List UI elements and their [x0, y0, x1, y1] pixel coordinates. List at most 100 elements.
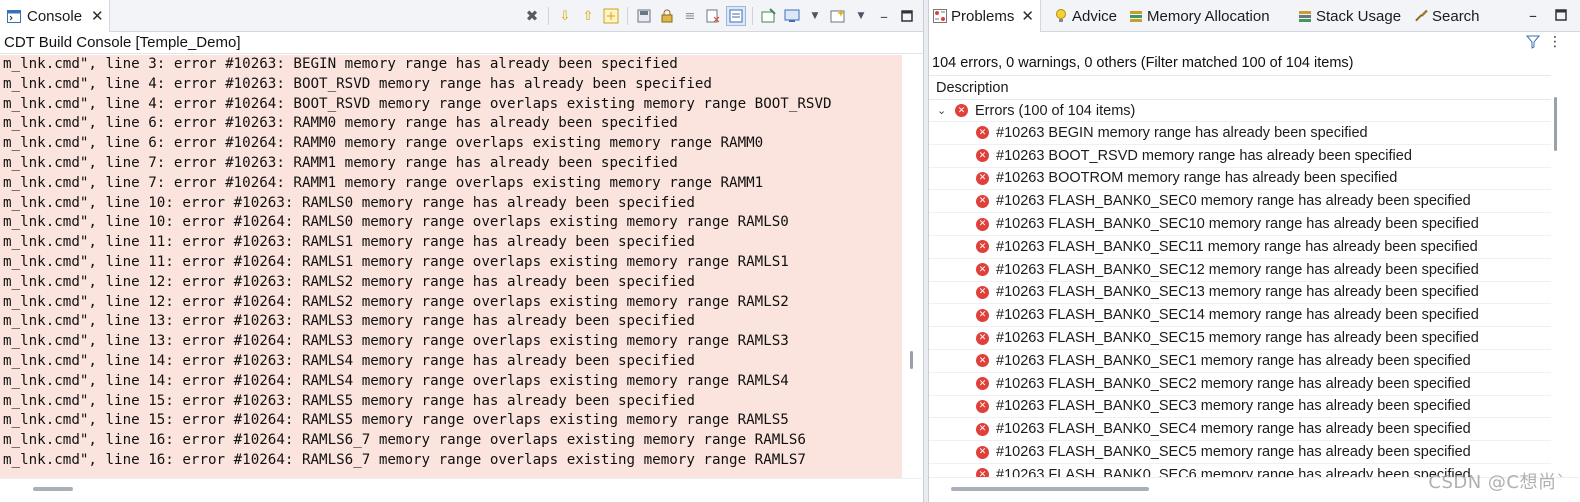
toolbar-separator: [752, 7, 753, 25]
problem-list: ✕ #10263 BEGIN memory range has already b…: [929, 122, 1551, 477]
problem-row[interactable]: ✕ #10263 FLASH_BANK0_SEC5 memory range ha…: [929, 441, 1551, 464]
problem-row[interactable]: ✕ #10263 BOOTROM memory range has already…: [929, 168, 1551, 191]
problem-row[interactable]: ✕ #10263 FLASH_BANK0_SEC15 memory range h…: [929, 327, 1551, 350]
console-tabbar: Console ✕ ✖ ⇩ ⇧ ≡ ▼ ▼ –: [0, 0, 923, 32]
console-line: m_lnk.cmd", line 4: error #10263: BOOT_R…: [3, 75, 712, 92]
tab-search[interactable]: Search: [1414, 0, 1480, 32]
minimize-icon[interactable]: –: [1525, 6, 1541, 25]
arrow-down-icon[interactable]: ⇩: [555, 6, 575, 26]
error-icon: ✕: [976, 240, 989, 254]
lightbulb-icon: [1054, 8, 1068, 23]
scrollbar-thumb[interactable]: [951, 487, 1149, 491]
problem-description: #10263 FLASH_BANK0_SEC6 memory range has…: [996, 466, 1471, 477]
view-menu-icon[interactable]: ⋮: [1547, 34, 1563, 50]
error-icon: ✕: [976, 263, 989, 277]
problem-description: #10263 FLASH_BANK0_SEC3 memory range has…: [996, 398, 1471, 415]
tab-problems[interactable]: Problems ✕: [929, 0, 1041, 32]
console-line: m_lnk.cmd", line 10: error #10263: RAMLS…: [3, 194, 695, 211]
chevron-down-icon[interactable]: ⌄: [937, 104, 951, 117]
problem-row[interactable]: ✕ #10263 FLASH_BANK0_SEC2 memory range ha…: [929, 373, 1551, 396]
error-icon: ✕: [976, 308, 989, 322]
problem-description: #10263 FLASH_BANK0_SEC5 memory range has…: [996, 444, 1471, 461]
problem-row[interactable]: ✕ #10263 FLASH_BANK0_SEC12 memory range h…: [929, 259, 1551, 282]
console-line: m_lnk.cmd", line 4: error #10264: BOOT_R…: [3, 95, 832, 112]
problem-description: #10263 FLASH_BANK0_SEC12 memory range ha…: [996, 261, 1479, 278]
problem-description: #10263 BEGIN memory range has already be…: [996, 124, 1368, 141]
problem-row[interactable]: ✕ #10263 FLASH_BANK0_SEC14 memory range h…: [929, 304, 1551, 328]
console-horizontal-scrollbar[interactable]: [0, 478, 922, 502]
filter-icon[interactable]: [1525, 34, 1541, 50]
problem-description: #10263 FLASH_BANK0_SEC10 memory range ha…: [996, 216, 1479, 233]
problem-row[interactable]: ✕ #10263 FLASH_BANK0_SEC11 memory range h…: [929, 236, 1551, 259]
new-console-icon[interactable]: [828, 6, 848, 26]
console-vertical-scrollbar[interactable]: [902, 55, 922, 478]
error-icon: ✕: [976, 171, 989, 185]
lock-icon[interactable]: [657, 6, 677, 26]
console-line: m_lnk.cmd", line 12: error #10264: RAMLS…: [3, 293, 789, 310]
console-line: m_lnk.cmd", line 15: error #10263: RAMLS…: [3, 392, 695, 409]
tab-console[interactable]: Console ✕: [0, 0, 110, 32]
problems-vertical-scrollbar[interactable]: [1551, 75, 1579, 477]
toolbar-separator: [627, 7, 628, 25]
console-line: m_lnk.cmd", line 6: error #10263: RAMM0 …: [3, 115, 678, 132]
display-console-icon[interactable]: [782, 6, 802, 26]
problem-row[interactable]: ✕ #10263 BEGIN memory range has already b…: [929, 122, 1551, 145]
problem-row[interactable]: ✕ #10263 FLASH_BANK0_SEC4 memory range ha…: [929, 418, 1551, 442]
scrollbar-thumb[interactable]: [910, 351, 913, 369]
clear-console-icon[interactable]: [703, 6, 723, 26]
problem-row[interactable]: ✕ #10263 FLASH_BANK0_SEC0 memory range ha…: [929, 190, 1551, 214]
problem-row[interactable]: ✕ #10263 FLASH_BANK0_SEC10 memory range h…: [929, 213, 1551, 236]
error-icon: ✕: [976, 285, 989, 299]
error-icon: ✕: [976, 217, 989, 231]
scroll-lock-icon[interactable]: [726, 6, 746, 26]
save-icon[interactable]: [634, 6, 654, 26]
word-wrap-icon[interactable]: ≡: [680, 6, 700, 26]
console-line: m_lnk.cmd", line 11: error #10264: RAMLS…: [3, 253, 789, 270]
console-line: m_lnk.cmd", line 7: error #10263: RAMM1 …: [3, 154, 678, 171]
ide-window: Console ✕ ✖ ⇩ ⇧ ≡ ▼ ▼ – CDT Build Consol…: [0, 0, 1580, 502]
scrollbar-thumb[interactable]: [33, 487, 73, 491]
console-line: m_lnk.cmd", line 16: error #10264: RAMLS…: [3, 451, 806, 468]
error-icon: ✕: [955, 104, 968, 117]
console-line: m_lnk.cmd", line 15: error #10264: RAMLS…: [3, 412, 789, 429]
console-line: m_lnk.cmd", line 10: error #10264: RAMLS…: [3, 214, 789, 231]
chevron-down-icon[interactable]: ▼: [805, 6, 825, 26]
maximize-icon[interactable]: [1553, 7, 1569, 23]
problem-row[interactable]: ✕ #10263 FLASH_BANK0_SEC1 memory range ha…: [929, 350, 1551, 373]
console-tab-label: Console: [27, 7, 83, 25]
search-icon: [1414, 9, 1428, 23]
chevron-down-icon[interactable]: ▼: [851, 6, 871, 26]
errors-group-label: Errors (100 of 104 items): [975, 102, 1136, 119]
column-header-description[interactable]: Description: [929, 76, 1551, 100]
tab-stack-usage-label: Stack Usage: [1316, 7, 1402, 25]
problems-toolbar: ⋮: [929, 32, 1580, 54]
link-icon[interactable]: [601, 6, 621, 26]
error-icon: ✕: [976, 126, 989, 140]
problem-description: #10263 FLASH_BANK0_SEC0 memory range has…: [996, 193, 1471, 210]
tab-memory-allocation[interactable]: Memory Allocation: [1129, 0, 1270, 32]
close-icon[interactable]: ✕: [1021, 7, 1034, 25]
error-icon: ✕: [976, 377, 989, 391]
console-line: m_lnk.cmd", line 13: error #10263: RAMLS…: [3, 313, 695, 330]
console-line: m_lnk.cmd", line 6: error #10264: RAMM0 …: [3, 135, 764, 152]
terminate-icon[interactable]: ✖: [522, 6, 542, 26]
console-title: CDT Build Console [Temple_Demo]: [0, 32, 923, 54]
problem-row[interactable]: ✕ #10263 BOOT_RSVD memory range has alrea…: [929, 145, 1551, 168]
close-icon[interactable]: ✕: [91, 7, 104, 25]
problem-row[interactable]: ✕ #10263 FLASH_BANK0_SEC3 memory range ha…: [929, 396, 1551, 419]
error-icon: ✕: [976, 422, 989, 436]
tab-stack-usage[interactable]: Stack Usage: [1298, 0, 1401, 32]
console-output[interactable]: m_lnk.cmd", line 3: error #10263: BEGIN …: [0, 55, 902, 478]
scrollbar-thumb[interactable]: [1554, 97, 1557, 151]
console-icon: [7, 9, 21, 23]
console-line: m_lnk.cmd", line 7: error #10264: RAMM1 …: [3, 174, 764, 191]
tab-problems-label: Problems: [951, 7, 1015, 25]
maximize-icon[interactable]: [897, 6, 917, 26]
minimize-icon[interactable]: –: [874, 6, 894, 26]
error-icon: ✕: [976, 194, 989, 208]
problem-row[interactable]: ✕ #10263 FLASH_BANK0_SEC13 memory range h…: [929, 282, 1551, 305]
pin-console-icon[interactable]: [759, 6, 779, 26]
arrow-up-icon[interactable]: ⇧: [578, 6, 598, 26]
errors-group-row[interactable]: ⌄ ✕ Errors (100 of 104 items): [929, 100, 1551, 122]
tab-advice[interactable]: Advice: [1054, 0, 1117, 32]
